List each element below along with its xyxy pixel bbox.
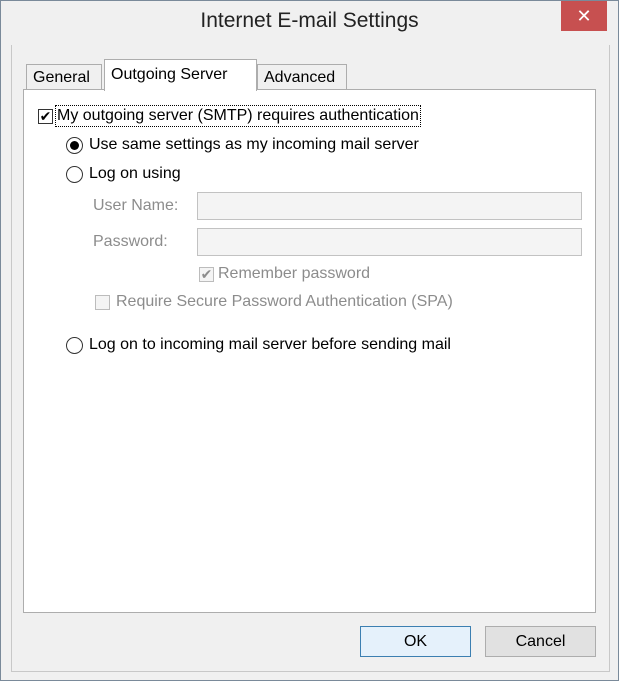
close-icon: ✕ <box>576 5 592 26</box>
password-label: Password: <box>93 233 168 250</box>
spa-label: Require Secure Password Authentication (… <box>116 293 453 310</box>
radio-incoming-first-label: Log on to incoming mail server before se… <box>89 336 451 353</box>
spa-row[interactable]: Require Secure Password Authentication (… <box>95 293 453 311</box>
tab-outgoing-server[interactable]: Outgoing Server <box>104 59 257 91</box>
close-button[interactable]: ✕ <box>561 1 607 31</box>
password-field[interactable] <box>197 228 582 256</box>
cancel-button[interactable]: Cancel <box>485 626 596 657</box>
tab-outgoing-server-label: Outgoing Server <box>111 66 228 83</box>
ok-button[interactable]: OK <box>360 626 471 657</box>
username-field[interactable] <box>197 192 582 220</box>
smtp-auth-checkbox[interactable]: ✔ <box>38 108 53 124</box>
remember-password-row[interactable]: ✔ Remember password <box>199 265 370 283</box>
smtp-auth-checkbox-row[interactable]: ✔ My outgoing server (SMTP) requires aut… <box>38 105 421 127</box>
tab-general-label: General <box>33 69 90 86</box>
tab-general[interactable]: General <box>26 64 102 90</box>
radio-same-settings[interactable] <box>66 136 83 154</box>
radio-same-settings-row[interactable]: Use same settings as my incoming mail se… <box>66 136 419 154</box>
radio-log-on-using-row[interactable]: Log on using <box>66 165 181 183</box>
radio-log-on-using-label: Log on using <box>89 165 181 182</box>
title-bar[interactable]: Internet E-mail Settings ✕ <box>1 1 618 45</box>
username-label: User Name: <box>93 197 179 214</box>
cancel-button-label: Cancel <box>515 632 566 650</box>
remember-password-checkbox[interactable]: ✔ <box>199 266 214 282</box>
window-title: Internet E-mail Settings <box>200 9 419 32</box>
smtp-auth-label: My outgoing server (SMTP) requires authe… <box>55 105 421 127</box>
tab-advanced-label: Advanced <box>264 69 336 86</box>
radio-incoming-first[interactable] <box>66 336 83 354</box>
radio-selected-dot <box>70 140 79 150</box>
remember-password-label: Remember password <box>218 265 371 282</box>
spa-checkbox[interactable] <box>95 294 110 310</box>
radio-log-on-using[interactable] <box>66 165 83 183</box>
dialog-window: Internet E-mail Settings ✕ General Outgo… <box>0 0 619 681</box>
radio-same-settings-label: Use same settings as my incoming mail se… <box>89 136 419 153</box>
ok-button-label: OK <box>403 632 428 650</box>
checkmark-icon: ✔ <box>39 108 52 124</box>
radio-incoming-first-row[interactable]: Log on to incoming mail server before se… <box>66 336 451 354</box>
tab-advanced[interactable]: Advanced <box>257 64 347 90</box>
checkmark-icon: ✔ <box>200 266 213 282</box>
